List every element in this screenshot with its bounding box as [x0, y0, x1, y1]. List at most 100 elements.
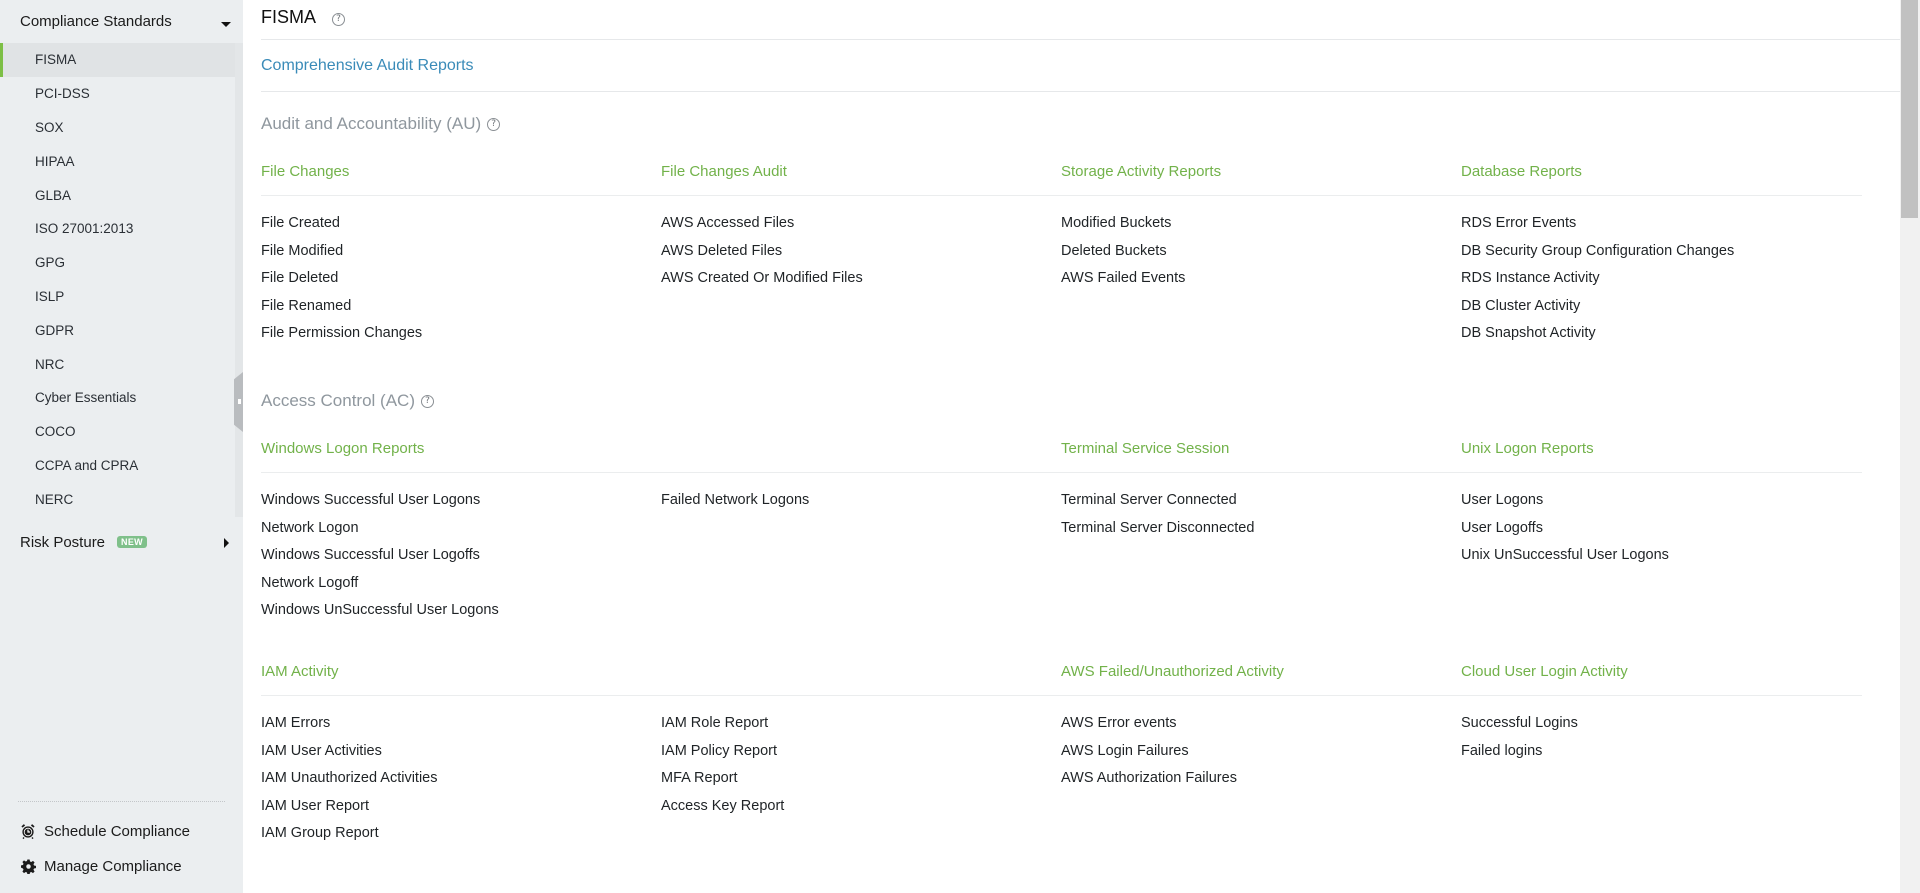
- sidebar-item-gpg[interactable]: GPG: [0, 246, 235, 280]
- main-content: FISMA ? Comprehensive Audit Reports Audi…: [243, 0, 1920, 893]
- caret-right-icon: [224, 538, 229, 548]
- report-link[interactable]: DB Security Group Configuration Changes: [1461, 243, 1734, 259]
- report-link[interactable]: Failed Network Logons: [661, 492, 809, 508]
- group-title-terminal-service: Terminal Service Session: [1061, 440, 1230, 457]
- page-title-text: FISMA: [261, 7, 317, 27]
- group-divider: [261, 695, 1862, 696]
- sidebar-divider: [18, 801, 225, 802]
- schedule-compliance-label: Schedule Compliance: [44, 822, 190, 840]
- report-link[interactable]: User Logoffs: [1461, 520, 1543, 536]
- report-link[interactable]: File Created: [261, 215, 340, 231]
- sidebar-item-label: CCPA and CPRA: [35, 457, 139, 473]
- sidebar-item-coco[interactable]: COCO: [0, 415, 235, 449]
- sidebar-item-label: PCI-DSS: [35, 86, 90, 102]
- sidebar-item-gdpr[interactable]: GDPR: [0, 313, 235, 347]
- caret-down-icon: [221, 22, 231, 27]
- group-divider: [261, 472, 1862, 473]
- report-link[interactable]: Deleted Buckets: [1061, 243, 1167, 259]
- compliance-standards-toggle[interactable]: Compliance Standards: [0, 0, 243, 43]
- report-link[interactable]: Failed logins: [1461, 743, 1542, 759]
- manage-compliance-button[interactable]: Manage Compliance: [20, 854, 182, 878]
- group-title-file-changes-audit: File Changes Audit: [661, 163, 787, 180]
- report-link[interactable]: IAM User Report: [261, 798, 369, 814]
- schedule-compliance-button[interactable]: Schedule Compliance: [20, 819, 190, 843]
- sidebar-item-nerc[interactable]: NERC: [0, 482, 235, 516]
- report-link[interactable]: Access Key Report: [661, 798, 784, 814]
- report-link[interactable]: Network Logoff: [261, 575, 358, 591]
- help-icon[interactable]: ?: [487, 117, 501, 131]
- report-link[interactable]: IAM Unauthorized Activities: [261, 770, 438, 786]
- report-link[interactable]: IAM User Activities: [261, 743, 382, 759]
- help-icon[interactable]: ?: [420, 394, 434, 408]
- group-title-iam-activity: IAM Activity: [261, 663, 339, 680]
- report-link[interactable]: File Permission Changes: [261, 325, 422, 341]
- sidebar-item-ccpa-cpra[interactable]: CCPA and CPRA: [0, 449, 235, 483]
- report-link[interactable]: IAM Group Report: [261, 825, 379, 841]
- sidebar-item-label: GLBA: [35, 187, 72, 203]
- report-link[interactable]: RDS Instance Activity: [1461, 270, 1600, 286]
- report-link[interactable]: Terminal Server Disconnected: [1061, 520, 1254, 536]
- report-link[interactable]: AWS Created Or Modified Files: [661, 270, 863, 286]
- report-link[interactable]: Network Logon: [261, 520, 359, 536]
- sidebar-item-label: HIPAA: [35, 153, 75, 169]
- report-link[interactable]: DB Cluster Activity: [1461, 298, 1580, 314]
- report-link[interactable]: IAM Role Report: [661, 715, 768, 731]
- report-link[interactable]: Terminal Server Connected: [1061, 492, 1237, 508]
- sidebar-item-iso-27001[interactable]: ISO 27001:2013: [0, 212, 235, 246]
- report-link[interactable]: Windows Successful User Logons: [261, 492, 480, 508]
- report-link[interactable]: User Logons: [1461, 492, 1543, 508]
- report-link[interactable]: IAM Policy Report: [661, 743, 777, 759]
- report-link[interactable]: AWS Error events: [1061, 715, 1177, 731]
- group-title-storage-activity: Storage Activity Reports: [1061, 163, 1222, 180]
- compliance-standards-label: Compliance Standards: [20, 13, 172, 30]
- report-link[interactable]: MFA Report: [661, 770, 738, 786]
- page-scrollbar-thumb[interactable]: [1901, 0, 1918, 218]
- section-title-text: Audit and Accountability (AU): [261, 114, 482, 133]
- sidebar-item-islp[interactable]: ISLP: [0, 280, 235, 314]
- help-icon[interactable]: ?: [332, 12, 346, 26]
- report-link[interactable]: File Renamed: [261, 298, 351, 314]
- group-title-cloud-user-login: Cloud User Login Activity: [1461, 663, 1628, 680]
- comprehensive-audit-reports-link[interactable]: Comprehensive Audit Reports: [261, 57, 474, 75]
- report-link[interactable]: File Deleted: [261, 270, 338, 286]
- sidebar-item-label: SOX: [35, 119, 64, 135]
- sidebar-item-sox[interactable]: SOX: [0, 111, 235, 145]
- sidebar-item-label: NRC: [35, 356, 65, 372]
- sidebar-item-pci-dss[interactable]: PCI-DSS: [0, 77, 235, 111]
- report-link[interactable]: Windows Successful User Logoffs: [261, 547, 480, 563]
- sidebar-item-hipaa[interactable]: HIPAA: [0, 144, 235, 178]
- sidebar: Compliance Standards FISMA PCI-DSS SOX H…: [0, 0, 243, 893]
- report-link[interactable]: AWS Login Failures: [1061, 743, 1189, 759]
- sidebar-item-label: ISLP: [35, 288, 65, 304]
- report-link[interactable]: AWS Accessed Files: [661, 215, 794, 231]
- report-link[interactable]: Windows UnSuccessful User Logons: [261, 602, 499, 618]
- report-link[interactable]: File Modified: [261, 243, 343, 259]
- sidebar-collapse-handle[interactable]: [234, 372, 243, 432]
- sidebar-item-label: FISMA: [35, 52, 77, 68]
- group-title-file-changes: File Changes: [261, 163, 350, 180]
- report-link[interactable]: Successful Logins: [1461, 715, 1578, 731]
- title-divider: [261, 39, 1920, 40]
- sidebar-item-glba[interactable]: GLBA: [0, 178, 235, 212]
- group-title-windows-logon: Windows Logon Reports: [261, 440, 425, 457]
- sidebar-item-cyber-essentials[interactable]: Cyber Essentials: [0, 381, 235, 415]
- report-link[interactable]: DB Snapshot Activity: [1461, 325, 1596, 341]
- risk-posture-toggle[interactable]: Risk Posture NEW: [0, 527, 243, 557]
- report-link[interactable]: Modified Buckets: [1061, 215, 1171, 231]
- report-link[interactable]: AWS Deleted Files: [661, 243, 782, 259]
- report-link[interactable]: AWS Failed Events: [1061, 270, 1185, 286]
- report-link[interactable]: RDS Error Events: [1461, 215, 1576, 231]
- sidebar-item-label: ISO 27001:2013: [35, 221, 134, 237]
- report-link[interactable]: IAM Errors: [261, 715, 330, 731]
- group-title-database-reports: Database Reports: [1461, 163, 1582, 180]
- new-badge: NEW: [117, 536, 147, 548]
- link-divider: [261, 91, 1920, 92]
- report-link[interactable]: AWS Authorization Failures: [1061, 770, 1237, 786]
- manage-compliance-label: Manage Compliance: [44, 857, 182, 875]
- group-title-aws-failed: AWS Failed/Unauthorized Activity: [1061, 663, 1284, 680]
- report-link[interactable]: Unix UnSuccessful User Logons: [1461, 547, 1669, 563]
- section-title-au: Audit and Accountability (AU) ?: [261, 114, 501, 134]
- sidebar-item-nrc[interactable]: NRC: [0, 347, 235, 381]
- sidebar-item-fisma[interactable]: FISMA: [0, 43, 235, 77]
- section-title-ac: Access Control (AC) ?: [261, 391, 434, 411]
